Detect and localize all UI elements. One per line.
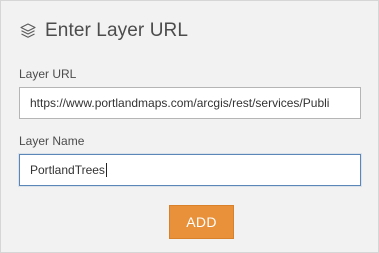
layer-name-label: Layer Name [19, 134, 85, 148]
text-caret [105, 162, 107, 177]
layer-url-label: Layer URL [19, 67, 77, 81]
layers-icon [19, 22, 37, 40]
add-layer-panel: Enter Layer URL Layer URL https://www.po… [0, 0, 379, 253]
layer-name-value: PortlandTrees [30, 163, 105, 177]
layer-url-input[interactable]: https://www.portlandmaps.com/arcgis/rest… [19, 87, 361, 119]
layer-url-value: https://www.portlandmaps.com/arcgis/rest… [30, 96, 330, 110]
layer-name-input[interactable]: PortlandTrees [19, 154, 361, 186]
add-button-label: ADD [186, 214, 217, 230]
panel-header: Enter Layer URL [19, 19, 188, 43]
panel-title: Enter Layer URL [45, 20, 189, 41]
add-button[interactable]: ADD [169, 205, 234, 239]
